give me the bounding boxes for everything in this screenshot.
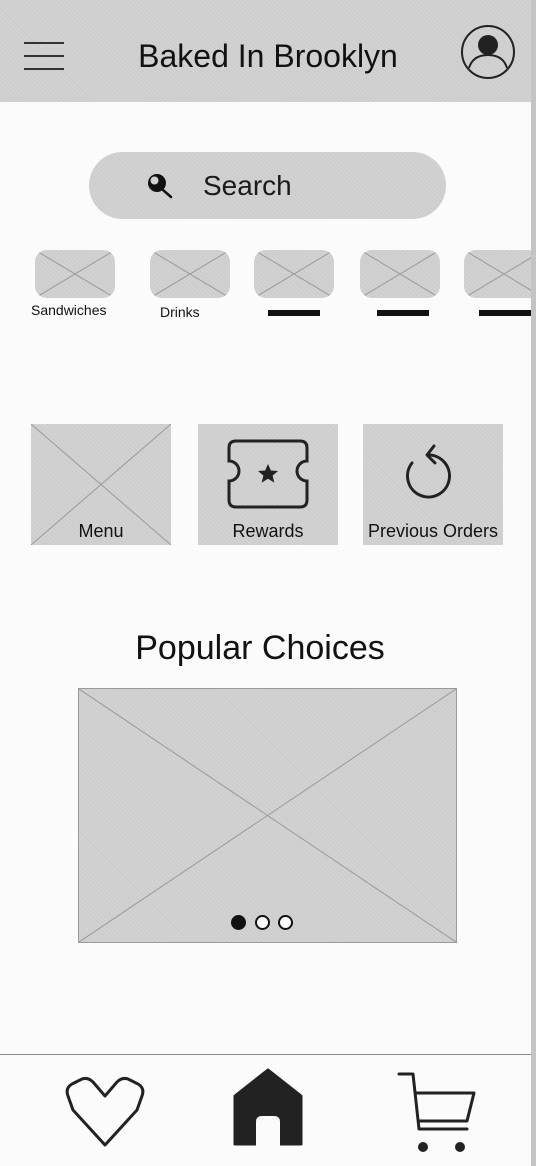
rewards-tile[interactable]: Rewards	[198, 424, 338, 545]
image-placeholder-icon	[254, 250, 334, 298]
previous-orders-tile-label: Previous Orders	[367, 521, 499, 541]
category-label-placeholder	[479, 310, 531, 316]
image-placeholder-icon	[360, 250, 440, 298]
category-sandwiches[interactable]	[35, 250, 115, 298]
search-input[interactable]: Search	[203, 169, 292, 203]
category-item-5[interactable]	[464, 250, 536, 298]
popular-choices-heading: Popular Choices	[135, 629, 385, 667]
category-label-sandwiches: Sandwiches	[31, 302, 107, 318]
scrollbar-track	[531, 0, 536, 1166]
category-drinks[interactable]	[150, 250, 230, 298]
heart-icon[interactable]	[64, 1076, 146, 1148]
search-icon	[148, 174, 173, 199]
bottom-nav-divider	[0, 1054, 531, 1055]
image-placeholder-icon	[464, 250, 536, 298]
refresh-arrow-icon	[406, 444, 451, 499]
image-placeholder-icon	[79, 689, 456, 942]
ticket-star-icon	[227, 439, 309, 509]
category-item-4[interactable]	[360, 250, 440, 298]
carousel-dot[interactable]	[278, 915, 293, 930]
carousel-dots	[229, 914, 299, 930]
user-avatar-icon[interactable]	[460, 24, 516, 80]
popular-carousel[interactable]	[78, 688, 457, 943]
app-title: Baked In Brooklyn	[138, 38, 398, 74]
previous-orders-tile[interactable]: Previous Orders	[363, 424, 503, 545]
category-item-3[interactable]	[254, 250, 334, 298]
home-icon[interactable]	[233, 1068, 303, 1146]
menu-tile[interactable]: Menu	[31, 424, 171, 545]
image-placeholder-icon	[35, 250, 115, 298]
carousel-dot[interactable]	[255, 915, 270, 930]
category-label-placeholder	[268, 310, 320, 316]
menu-tile-label: Menu	[78, 521, 124, 541]
rewards-tile-label: Rewards	[232, 521, 304, 541]
cart-icon[interactable]	[397, 1071, 477, 1155]
category-label-drinks: Drinks	[160, 304, 200, 320]
carousel-dot[interactable]	[231, 915, 246, 930]
image-placeholder-icon	[150, 250, 230, 298]
app-header: Baked In Brooklyn	[0, 0, 536, 102]
category-label-placeholder	[377, 310, 429, 316]
